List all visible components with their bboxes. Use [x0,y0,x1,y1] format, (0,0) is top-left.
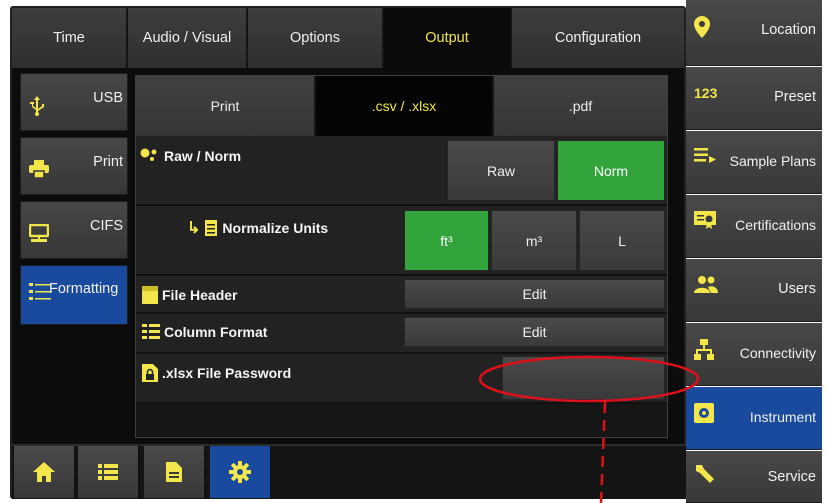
raw-norm-icon [140,148,157,161]
xlsx-password-text: .xlsx File Password [162,365,292,381]
side-item-cifs[interactable]: CIFS [20,201,128,259]
sub-arrow-icon: ↳ [187,220,201,237]
subtab-csv-xlsx[interactable]: .csv / .xlsx [316,76,494,136]
unit-l-button[interactable]: L [579,210,665,271]
xlsx-password-label: .xlsx File Password [142,364,291,382]
right-item-label: Service [767,469,816,485]
side-item-label: Print [93,154,123,170]
tab-time[interactable]: Time [12,8,128,68]
printer-icon [29,160,49,182]
normalize-units-label: ↳ Normalize Units [187,218,328,238]
report-button[interactable] [144,446,206,498]
tab-output[interactable]: Output [384,8,512,68]
right-item-label: Preset [774,89,816,105]
red-dashed-pointer-line [599,401,607,503]
unit-ft3-button[interactable]: ft³ [404,210,489,271]
file-header-icon [142,286,158,304]
side-item-print[interactable]: Print [20,137,128,195]
side-item-label: USB [93,90,123,106]
right-item-label: Instrument [749,409,816,425]
tab-options[interactable]: Options [248,8,384,68]
file-lock-icon [142,364,158,382]
list-icon [98,464,118,480]
subtab-pdf[interactable]: .pdf [494,76,667,136]
network-folder-icon [28,223,50,246]
file-header-label: File Header [142,286,237,304]
raw-norm-text: Raw / Norm [164,148,242,164]
list-format-icon [29,282,51,306]
right-item-preset[interactable]: 123 Preset [686,67,822,130]
list-button[interactable] [78,446,140,498]
list-arrow-icon [694,147,716,167]
tab-configuration[interactable]: Configuration [512,8,684,68]
file-header-text: File Header [162,287,238,303]
right-item-users[interactable]: Users [686,259,822,322]
settings-button[interactable] [210,446,272,498]
right-item-label: Certifications [735,217,816,233]
side-item-formatting[interactable]: Formatting [20,265,128,325]
right-item-label: Users [778,281,816,297]
tab-audio-visual[interactable]: Audio / Visual [128,8,248,68]
home-icon [33,462,55,482]
location-pin-icon [694,16,710,42]
device-screen: Time Audio / Visual Options Output Confi… [0,0,827,503]
side-item-usb[interactable]: USB [20,73,128,131]
side-item-label: CIFS [89,218,123,234]
document-icon [166,462,182,482]
file-header-edit-button[interactable]: Edit [404,279,665,309]
right-item-sample-plans[interactable]: Sample Plans [686,131,822,194]
unit-m3-button[interactable]: m³ [491,210,577,271]
right-item-certifications[interactable]: Certifications [686,195,822,258]
raw-button[interactable]: Raw [447,140,555,201]
column-format-icon [142,324,160,339]
side-item-label: Formatting [49,281,119,297]
home-button[interactable] [14,446,76,498]
unit-doc-icon [205,220,218,236]
norm-button[interactable]: Norm [557,140,665,201]
users-icon [694,275,718,297]
usb-icon [29,96,45,120]
raw-norm-label: Raw / Norm [140,148,241,164]
annotation-overlay [478,355,700,503]
right-item-label: Sample Plans [729,153,816,169]
preset-123-icon: 123 [694,85,718,101]
right-item-label: Connectivity [739,345,816,361]
right-item-label: Location [761,22,816,38]
column-format-label: Column Format [142,324,267,340]
red-highlight-ellipse [478,355,700,403]
certificate-icon [694,211,716,233]
normalize-units-text: Normalize Units [222,220,329,236]
column-format-text: Column Format [164,324,268,340]
gear-icon [229,461,251,483]
subtab-print[interactable]: Print [136,76,316,136]
right-item-location[interactable]: Location [686,0,822,66]
